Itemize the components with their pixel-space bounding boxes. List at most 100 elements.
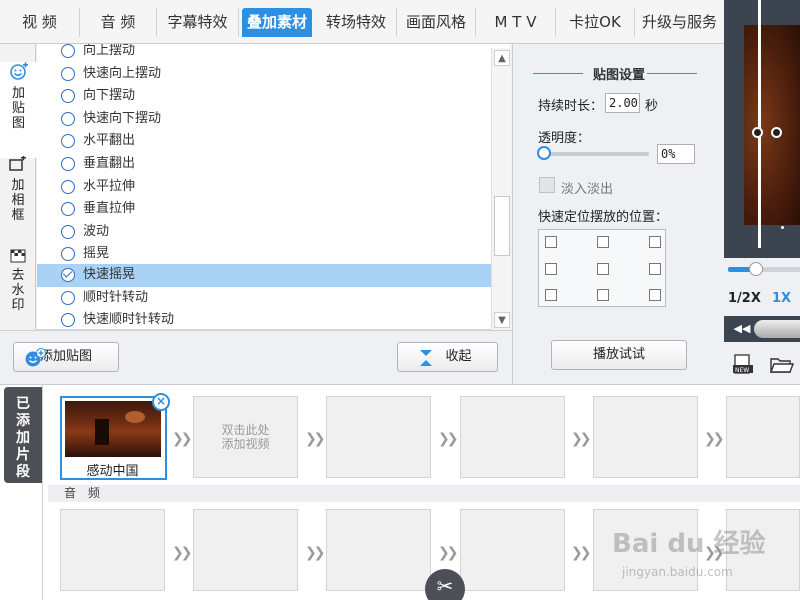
list-item[interactable]: 波动 bbox=[37, 221, 491, 244]
tab-karaoke[interactable]: 卡拉OK bbox=[556, 8, 635, 37]
guide-line bbox=[758, 0, 761, 248]
sequence-arrow-icon: ❯❯ bbox=[438, 545, 458, 561]
list-item-label: 快速向下摆动 bbox=[83, 110, 162, 126]
empty-video-slot[interactable]: 双击此处 添加视频 bbox=[193, 396, 298, 478]
list-item-label: 快速顺时针转动 bbox=[83, 312, 175, 328]
radio-button[interactable] bbox=[61, 290, 75, 305]
remove-clip-close-icon[interactable]: × bbox=[152, 393, 170, 411]
smiley-plus-icon bbox=[25, 348, 46, 367]
sequence-arrow-icon: ❯❯ bbox=[438, 431, 458, 447]
position-bottom-left-checkbox[interactable] bbox=[545, 289, 557, 301]
opacity-input[interactable]: 0% bbox=[657, 144, 695, 164]
list-item[interactable]: 垂直翻出 bbox=[37, 153, 491, 176]
empty-audio-slot[interactable] bbox=[460, 509, 565, 591]
empty-slot-text: 双击此处 添加视频 bbox=[221, 423, 270, 451]
list-item[interactable]: 快速向下摆动 bbox=[37, 108, 491, 131]
list-item-label: 垂直翻出 bbox=[83, 156, 136, 171]
radio-button[interactable] bbox=[61, 111, 75, 126]
radio-button[interactable] bbox=[61, 179, 75, 194]
list-item[interactable]: 向上摆动 bbox=[37, 44, 491, 63]
fade-in-out-checkbox[interactable] bbox=[539, 177, 555, 193]
seek-knob[interactable] bbox=[749, 262, 763, 276]
radio-button[interactable] bbox=[61, 202, 75, 217]
added-clips-label: 已添加片段 bbox=[16, 396, 30, 480]
scroll-up-arrow-icon[interactable]: ▲ bbox=[494, 50, 510, 66]
scroll-down-arrow-icon[interactable]: ▼ bbox=[494, 312, 510, 328]
empty-video-slot[interactable] bbox=[326, 396, 431, 478]
radio-button[interactable] bbox=[61, 157, 75, 171]
collapse-button[interactable]: 收起 bbox=[397, 342, 498, 372]
open-folder-icon[interactable] bbox=[770, 356, 794, 374]
tab-overlay-materials[interactable]: 叠加素材 bbox=[242, 8, 312, 37]
added-clips-tab[interactable]: 已添加片段 bbox=[4, 387, 42, 483]
duration-input[interactable]: 2.00 bbox=[605, 93, 640, 113]
list-item[interactable]: 向下摆动 bbox=[37, 85, 491, 108]
empty-audio-slot[interactable] bbox=[193, 509, 298, 591]
resize-handle-right[interactable] bbox=[771, 127, 782, 138]
nav-add-frame-label: 加相框 bbox=[11, 178, 25, 223]
empty-video-slot[interactable] bbox=[593, 396, 698, 478]
tab-mtv[interactable]: M T V bbox=[476, 8, 556, 37]
radio-button[interactable] bbox=[61, 313, 75, 328]
thumb-light bbox=[125, 411, 145, 423]
position-middle-left-checkbox[interactable] bbox=[545, 263, 557, 275]
add-sticker-button[interactable]: 添加贴图 bbox=[13, 342, 119, 372]
clip-thumbnail bbox=[65, 401, 161, 457]
nav-add-frame[interactable]: 加相框 bbox=[0, 156, 36, 248]
list-item-label: 摇晃 bbox=[83, 246, 110, 262]
scissors-icon[interactable]: ✂ bbox=[425, 569, 465, 600]
opacity-slider-knob[interactable] bbox=[537, 146, 551, 160]
position-top-left-checkbox[interactable] bbox=[545, 236, 557, 248]
tab-picture-style[interactable]: 画面风格 bbox=[397, 8, 476, 37]
speed-1x-button[interactable]: 1X bbox=[772, 291, 791, 306]
list-item[interactable]: 顺时针转动 bbox=[37, 287, 491, 310]
radio-button[interactable] bbox=[61, 44, 75, 58]
video-clip[interactable]: 感动中国 × bbox=[60, 393, 170, 480]
nav-remove-watermark[interactable]: 去水印 bbox=[0, 248, 36, 340]
tab-video[interactable]: 视 频 bbox=[0, 8, 80, 37]
empty-audio-slot[interactable] bbox=[326, 509, 431, 591]
list-item-label: 向下摆动 bbox=[83, 88, 136, 104]
resize-handle-left[interactable] bbox=[752, 127, 763, 138]
empty-audio-slot[interactable] bbox=[60, 509, 165, 591]
position-label: 快速定位摆放的位置： bbox=[538, 210, 669, 225]
radio-button[interactable] bbox=[61, 66, 75, 81]
volume-knob[interactable] bbox=[754, 320, 800, 338]
opacity-slider[interactable] bbox=[541, 152, 649, 156]
list-item[interactable]: 水平拉伸 bbox=[37, 176, 491, 199]
position-bottom-right-checkbox[interactable] bbox=[649, 289, 661, 301]
empty-video-slot[interactable] bbox=[460, 396, 565, 478]
speed-half-button[interactable]: 1/2X bbox=[728, 291, 761, 306]
position-top-center-checkbox[interactable] bbox=[597, 236, 609, 248]
list-item[interactable]: 快速向上摆动 bbox=[37, 63, 491, 86]
tab-subtitle-effects[interactable]: 字幕特效 bbox=[157, 8, 239, 37]
sticker-actions-bar: 添加贴图 收起 bbox=[0, 330, 512, 384]
tab-audio[interactable]: 音 频 bbox=[80, 8, 157, 37]
position-center-checkbox[interactable] bbox=[597, 263, 609, 275]
list-item-selected[interactable]: 快速摇晃 bbox=[37, 264, 491, 287]
new-file-icon[interactable]: NEW bbox=[732, 354, 754, 376]
preview-seek-slider[interactable] bbox=[724, 258, 800, 280]
tab-upgrade-service[interactable]: 升级与服务 bbox=[635, 8, 724, 37]
radio-button[interactable] bbox=[61, 134, 75, 149]
radio-button-checked[interactable] bbox=[61, 268, 75, 282]
list-item[interactable]: 摇晃 bbox=[37, 243, 491, 266]
position-middle-right-checkbox[interactable] bbox=[649, 263, 661, 275]
list-item[interactable]: 快速顺时针转动 bbox=[37, 309, 491, 329]
rewind-icon[interactable]: ◀◀ bbox=[732, 321, 752, 337]
position-top-right-checkbox[interactable] bbox=[649, 236, 661, 248]
radio-button[interactable] bbox=[61, 89, 75, 104]
list-item[interactable]: 垂直拉伸 bbox=[37, 198, 491, 221]
scroll-thumb[interactable] bbox=[494, 196, 510, 256]
frame-plus-icon bbox=[9, 156, 26, 171]
nav-add-sticker[interactable]: 加贴图 bbox=[0, 62, 37, 158]
list-item[interactable]: 水平翻出 bbox=[37, 130, 491, 153]
video-dot bbox=[781, 226, 784, 229]
empty-video-slot[interactable] bbox=[726, 396, 800, 478]
tab-transition-effects[interactable]: 转场特效 bbox=[316, 8, 397, 37]
position-bottom-center-checkbox[interactable] bbox=[597, 289, 609, 301]
radio-button[interactable] bbox=[61, 224, 75, 239]
preview-play-button[interactable]: 播放试试 bbox=[551, 340, 687, 370]
radio-button[interactable] bbox=[61, 247, 75, 262]
list-scrollbar[interactable]: ▲ ▼ bbox=[491, 48, 511, 330]
